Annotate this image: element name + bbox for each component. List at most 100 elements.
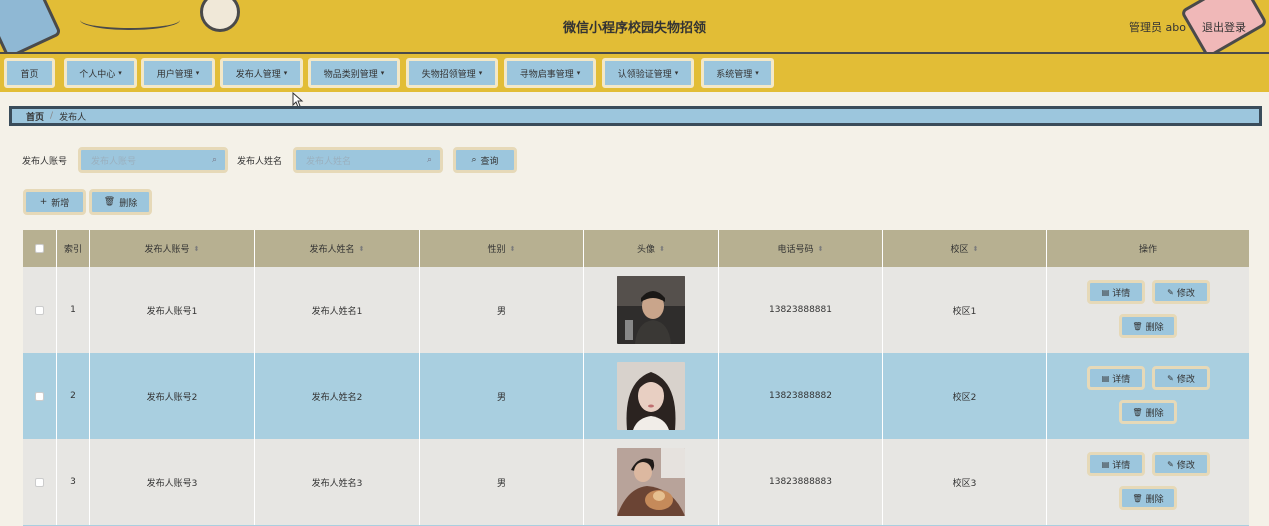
account-search-label: 发布人账号	[22, 157, 68, 167]
document-icon: ▤	[1101, 373, 1110, 383]
search-icon: ⌕	[426, 155, 432, 165]
edit-button[interactable]: ✎ 修改	[1152, 280, 1210, 304]
cell-name: 发布人姓名2	[255, 353, 420, 439]
chevron-down-icon: ▾	[283, 69, 288, 77]
logout-link[interactable]: 退出登录	[1202, 19, 1246, 35]
delete-button[interactable]: 🗑 删除	[1119, 486, 1177, 510]
detail-button[interactable]: ▤ 详情	[1087, 280, 1145, 304]
nav-label: 发布人管理	[235, 69, 281, 80]
detail-button-label: 详情	[1112, 288, 1131, 299]
edit-button-label: 修改	[1176, 288, 1195, 299]
edit-button-label: 修改	[1176, 460, 1195, 471]
pencil-icon: ✎	[1167, 373, 1174, 383]
nav-item-lost-notice-management[interactable]: 寻物启事管理 ▾	[504, 58, 596, 88]
trash-icon: 🗑	[1132, 321, 1143, 331]
main-nav: 首页 个人中心 ▾ 用户管理 ▾ 发布人管理 ▾ 物品类别管理 ▾ 失物招领管理 ▾ 寻物…	[0, 52, 1269, 92]
chevron-down-icon: ▾	[478, 69, 483, 77]
nav-label: 失物招领管理	[421, 69, 476, 80]
add-button[interactable]: + 新增	[23, 189, 86, 215]
delete-button[interactable]: 🗑 删除	[1119, 400, 1177, 424]
breadcrumb: 首页 / 发布人	[9, 106, 1262, 126]
nav-item-lost-found-management[interactable]: 失物招领管理 ▾	[406, 58, 498, 88]
name-search-label: 发布人姓名	[237, 157, 283, 167]
sort-icon: ⬍	[972, 244, 979, 253]
document-icon: ▤	[1101, 287, 1110, 297]
bulk-delete-button[interactable]: 🗑 删除	[89, 189, 152, 215]
table-row: 1 发布人账号1 发布人姓名1 男 13823888881 校区1 ▤ 详情 ✎ 修…	[23, 267, 1249, 353]
row-select-cell	[23, 353, 57, 439]
pencil-icon: ✎	[1167, 459, 1174, 469]
trash-icon: 🗑	[103, 197, 116, 207]
cell-index: 2	[57, 353, 90, 439]
trash-icon: 🗑	[1132, 407, 1143, 417]
breadcrumb-home[interactable]: 首页	[26, 110, 44, 123]
edit-button[interactable]: ✎ 修改	[1152, 452, 1210, 476]
cell-index: 3	[57, 439, 90, 525]
header-gender[interactable]: 性别 ⬍	[420, 230, 584, 267]
nav-item-claim-verify-management[interactable]: 认领验证管理 ▾	[602, 58, 694, 88]
name-search-placeholder: 发布人姓名	[306, 156, 352, 167]
header-avatar[interactable]: 头像 ⬍	[584, 230, 719, 267]
row-checkbox[interactable]	[35, 391, 44, 401]
document-icon: ▤	[1101, 459, 1110, 469]
cell-actions: ▤ 详情 ✎ 修改 🗑 删除	[1047, 439, 1249, 525]
account-search-placeholder: 发布人账号	[91, 156, 137, 167]
cell-campus: 校区1	[883, 267, 1047, 353]
table-header: 索引 发布人账号 ⬍ 发布人姓名 ⬍ 性别 ⬍ 头像 ⬍ 电话号码 ⬍ 校区 ⬍ 操作	[23, 230, 1249, 267]
nav-item-publisher-management[interactable]: 发布人管理 ▾	[220, 58, 303, 88]
edit-button-label: 修改	[1176, 374, 1195, 385]
chevron-down-icon: ▾	[380, 69, 385, 77]
app-title: 微信小程序校园失物招领	[562, 21, 706, 36]
cell-account: 发布人账号2	[90, 353, 255, 439]
avatar	[617, 448, 685, 516]
chevron-down-icon: ▾	[755, 69, 759, 77]
query-button-label: 查询	[480, 156, 499, 167]
add-button-label: 新增	[51, 198, 70, 209]
account-search-input[interactable]: 发布人账号 ⌕	[78, 147, 228, 173]
sort-icon: ⬍	[817, 244, 824, 253]
nav-item-personal-center[interactable]: 个人中心 ▾	[64, 58, 137, 88]
edit-button[interactable]: ✎ 修改	[1152, 366, 1210, 390]
cell-gender: 男	[420, 267, 584, 353]
column-label: 性别	[487, 245, 506, 255]
query-button[interactable]: ⌕ 查询	[453, 147, 517, 173]
delete-button-label: 删除	[1145, 408, 1164, 419]
nav-item-category-management[interactable]: 物品类别管理 ▾	[308, 58, 400, 88]
header-phone[interactable]: 电话号码 ⬍	[719, 230, 883, 267]
select-all-checkbox[interactable]	[35, 244, 44, 253]
name-search-input[interactable]: 发布人姓名 ⌕	[293, 147, 443, 173]
header-account[interactable]: 发布人账号 ⬍	[90, 230, 255, 267]
header-campus[interactable]: 校区 ⬍	[883, 230, 1047, 267]
header-select-all-cell	[23, 230, 57, 267]
table-row: 3 发布人账号3 发布人姓名3 男 13823888883 校区3 ▤ 详情 ✎ 修…	[23, 439, 1249, 525]
row-select-cell	[23, 267, 57, 353]
cell-phone: 13823888882	[719, 353, 883, 439]
cell-actions: ▤ 详情 ✎ 修改 🗑 删除	[1047, 267, 1249, 353]
cell-gender: 男	[420, 439, 584, 525]
nav-item-system-management[interactable]: 系统管理 ▾	[701, 58, 774, 88]
nav-label: 个人中心	[79, 69, 116, 80]
nav-item-user-management[interactable]: 用户管理 ▾	[141, 58, 215, 88]
cell-gender: 男	[420, 353, 584, 439]
delete-button-label: 删除	[1145, 322, 1164, 333]
plus-icon: +	[39, 197, 48, 207]
cell-account: 发布人账号1	[90, 267, 255, 353]
column-label: 发布人账号	[144, 245, 190, 255]
nav-item-home[interactable]: 首页	[4, 58, 55, 88]
trash-icon: 🗑	[1132, 493, 1143, 503]
row-checkbox[interactable]	[35, 305, 44, 315]
cell-phone: 13823888883	[719, 439, 883, 525]
nav-label: 首页	[20, 69, 39, 80]
header-name[interactable]: 发布人姓名 ⬍	[255, 230, 420, 267]
detail-button[interactable]: ▤ 详情	[1087, 452, 1145, 476]
header-index: 索引	[57, 230, 90, 267]
row-checkbox[interactable]	[35, 477, 44, 487]
sort-icon: ⬍	[193, 244, 200, 253]
delete-button[interactable]: 🗑 删除	[1119, 314, 1177, 338]
cell-phone: 13823888881	[719, 267, 883, 353]
column-label: 索引	[63, 245, 82, 255]
detail-button[interactable]: ▤ 详情	[1087, 366, 1145, 390]
cell-account: 发布人账号3	[90, 439, 255, 525]
sort-icon: ⬍	[509, 244, 516, 253]
delete-button-label: 删除	[1145, 494, 1164, 505]
